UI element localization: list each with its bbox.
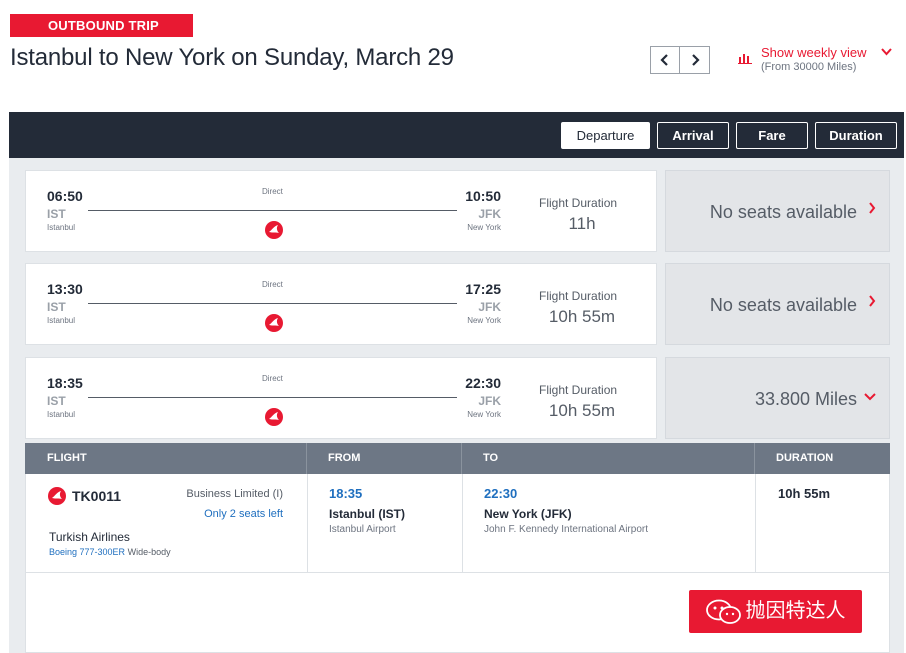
outbound-trip-badge: OUTBOUND TRIP [10,14,193,37]
aircraft-type: Wide-body [127,547,171,557]
route-line [88,303,457,304]
flight-duration-label: Flight Duration [539,383,618,397]
detail-duration: 10h 55m [778,486,831,501]
page-title: Istanbul to New York on Sunday, March 29 [10,44,454,71]
fare-text: No seats available [709,295,857,315]
sort-duration-button[interactable]: Duration [815,122,897,149]
departure-time: 18:35 [47,375,83,391]
from-airport: Istanbul Airport [329,524,396,535]
airline-name: Turkish Airlines [49,530,130,544]
column-divider [307,474,308,572]
from-time: 18:35 [329,486,363,501]
departure-city: Istanbul [47,316,76,325]
bar-chart-icon [738,54,752,64]
chevron-right-icon [868,294,876,310]
fare-text: No seats available [709,202,857,222]
flight-card[interactable]: 06:50 IST Istanbul Direct 10:50 JFK New … [25,170,657,252]
flight-duration-label: Flight Duration [539,196,618,210]
fare-option-selected[interactable]: 33.800 Miles [665,357,890,439]
turkish-airlines-logo-icon [265,408,283,426]
departure-code: IST [47,207,66,221]
flight-detail-panel: TK0011 Business Limited (I) Only 2 seats… [25,474,890,653]
arrival-city: New York [467,316,501,325]
seats-left: Only 2 seats left [204,508,283,520]
flight-detail-header: FLIGHT FROM TO DURATION [25,443,890,474]
arrival-city: New York [467,410,501,419]
to-city: New York (JFK) [484,507,572,521]
fare-option[interactable]: No seats available [665,170,890,252]
arrival-time: 22:30 [465,375,501,391]
flight-card[interactable]: 13:30 IST Istanbul Direct 17:25 JFK New … [25,263,657,345]
flight-duration-value: 10h 55m [548,307,616,326]
weekly-view-label[interactable]: Show weekly view [761,45,867,60]
row-divider [26,572,889,573]
to-time: 22:30 [484,486,518,501]
fare-option[interactable]: No seats available [665,263,890,345]
header-duration: DURATION [776,452,834,464]
departure-city: Istanbul [47,410,76,419]
stops-label: Direct [262,374,283,383]
flight-number: TK0011 [72,488,122,504]
turkish-airlines-logo-icon [265,221,283,239]
from-city: Istanbul (IST) [329,507,405,521]
sort-departure-button[interactable]: Departure [561,122,650,149]
flight-card[interactable]: 18:35 IST Istanbul Direct 22:30 JFK New … [25,357,657,439]
aircraft-link[interactable]: Boeing 777-300ER [49,547,125,557]
route-line [88,397,457,398]
stops-label: Direct [262,187,283,196]
stops-label: Direct [262,280,283,289]
departure-city: Istanbul [47,223,76,232]
arrival-code: JFK [478,300,501,314]
departure-code: IST [47,300,66,314]
column-divider [755,474,756,572]
turkish-airlines-logo-icon [48,487,66,505]
wechat-icon [705,599,741,624]
fare-text: 33.800 Miles [754,389,857,409]
chevron-down-icon [881,44,892,59]
watermark-text: 抛因特达人 [745,600,846,622]
previous-day-button[interactable] [650,46,680,74]
sort-bar: Departure Arrival Fare Duration [9,112,904,158]
header-from: FROM [328,452,361,464]
arrival-code: JFK [478,394,501,408]
flight-duration-value: 10h 55m [548,401,616,420]
aircraft-info: Boeing 777-300ER Wide-body [49,547,171,557]
arrival-time: 10:50 [465,188,501,204]
turkish-airlines-logo-icon [265,314,283,332]
flight-duration-label: Flight Duration [539,289,618,303]
cabin-class: Business Limited (I) [186,488,283,500]
weekly-view-subtitle: (From 30000 Miles) [761,61,857,73]
chevron-left-icon [660,54,668,66]
arrival-code: JFK [478,207,501,221]
chevron-right-icon [868,201,876,217]
arrival-city: New York [467,223,501,232]
column-divider [462,474,463,572]
next-day-button[interactable] [680,46,710,74]
departure-time: 13:30 [47,281,83,297]
flight-duration-value: 11h [568,214,596,233]
departure-time: 06:50 [47,188,83,204]
arrival-time: 17:25 [465,281,501,297]
day-navigation [650,46,710,74]
header-flight: FLIGHT [47,452,87,464]
chevron-right-icon [691,54,700,66]
sort-arrival-button[interactable]: Arrival [657,122,729,149]
sort-fare-button[interactable]: Fare [736,122,808,149]
header-to: TO [483,452,499,464]
route-line [88,210,457,211]
select-flight-button[interactable]: 抛因特达人 [689,590,862,633]
chevron-down-icon [864,388,876,404]
to-airport: John F. Kennedy International Airport [484,524,648,535]
departure-code: IST [47,394,66,408]
